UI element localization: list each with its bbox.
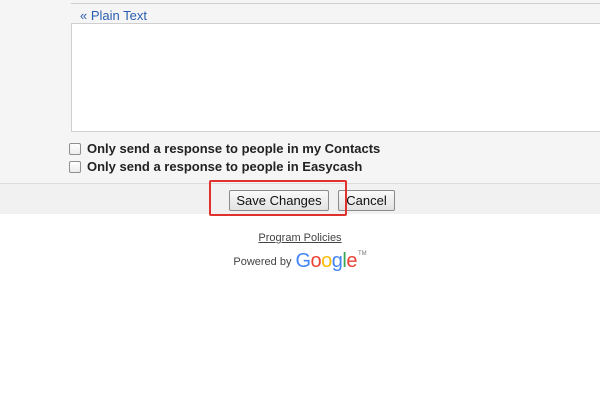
- google-logo-letter: G: [295, 250, 311, 272]
- plain-text-link[interactable]: « Plain Text: [80, 9, 147, 23]
- contacts-only-checkbox[interactable]: [69, 143, 81, 155]
- action-bar: Save Changes Cancel: [0, 183, 600, 214]
- easycash-only-checkbox[interactable]: [69, 161, 81, 173]
- contacts-only-label[interactable]: Only send a response to people in my Con…: [87, 141, 380, 157]
- google-logo-letter: o: [321, 250, 332, 272]
- powered-by-text: Powered by: [233, 256, 292, 268]
- easycash-only-label[interactable]: Only send a response to people in Easyca…: [87, 159, 362, 175]
- powered-by-google: Powered by Google TM: [0, 249, 600, 271]
- cancel-button[interactable]: Cancel: [338, 190, 395, 211]
- message-body-editor[interactable]: [71, 23, 600, 132]
- editor-top-border: [71, 3, 600, 4]
- option-contacts-row[interactable]: Only send a response to people in my Con…: [68, 141, 380, 157]
- google-logo-letter: e: [346, 250, 357, 272]
- trademark-mark: TM: [357, 251, 367, 257]
- footer: Program Policies Powered by Google TM: [0, 228, 600, 271]
- google-logo-letter: o: [310, 250, 322, 272]
- option-easycash-row[interactable]: Only send a response to people in Easyca…: [68, 159, 362, 175]
- program-policies-link[interactable]: Program Policies: [258, 231, 341, 245]
- save-changes-button[interactable]: Save Changes: [229, 190, 329, 211]
- vacation-responder-panel: « Plain Text Only send a response to peo…: [0, 0, 600, 183]
- google-logo: Google: [295, 251, 357, 271]
- google-logo-letter: g: [331, 250, 343, 272]
